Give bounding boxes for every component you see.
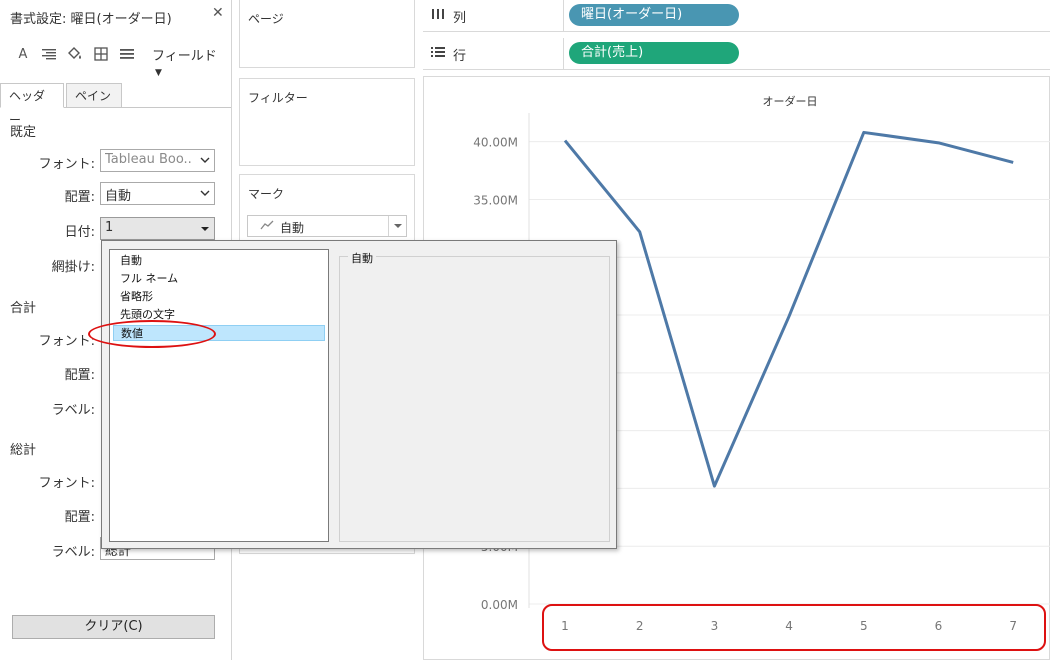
highlight-axis-box <box>542 604 1046 651</box>
default-alignment-label: 配置: <box>64 190 95 205</box>
date-format-preview-label: 自動 <box>348 250 376 266</box>
default-date-select[interactable]: 1 <box>100 217 215 240</box>
line-chart-icon <box>260 220 274 230</box>
format-panel-title: 書式設定: 曜日(オーダー日) <box>10 12 172 27</box>
default-date-label: 日付: <box>64 225 95 240</box>
columns-pill[interactable]: 曜日(オーダー日) <box>569 4 739 26</box>
default-font-value: Tableau Boo.. <box>105 152 192 167</box>
marks-title: マーク <box>248 187 285 201</box>
pages-card: ページ <box>239 0 415 68</box>
format-toolbar: A フィールド ▼ <box>14 44 224 79</box>
rows-icon <box>431 46 445 61</box>
chevron-down-icon <box>200 190 210 196</box>
total-label-label: ラベル: <box>51 403 95 418</box>
marks-dropdown-divider <box>388 216 389 236</box>
shading-icon[interactable] <box>66 44 84 64</box>
y-tick-label: 35.00M <box>473 193 518 207</box>
default-section-title: 既定 <box>10 125 37 140</box>
close-icon[interactable]: ✕ <box>212 5 224 21</box>
grand-total-alignment-label: 配置: <box>64 510 95 525</box>
chart-title: オーダー日 <box>763 94 818 108</box>
grand-total-font-label: フォント: <box>38 476 95 491</box>
default-date-value: 1 <box>105 220 114 235</box>
date-format-option[interactable]: 自動 <box>113 253 325 269</box>
field-menu[interactable]: フィールド ▼ <box>152 45 224 79</box>
total-font-label: フォント: <box>38 334 95 349</box>
caret-down-icon <box>201 227 209 231</box>
total-alignment-label: 配置: <box>64 368 95 383</box>
tab-pane[interactable]: ペイン <box>66 83 122 108</box>
rows-pill[interactable]: 合計(売上) <box>569 42 739 64</box>
date-format-list: 自動 フル ネーム 省略形 先頭の文字 数値 <box>109 249 329 542</box>
tab-header[interactable]: ヘッダー <box>0 83 64 127</box>
date-format-option[interactable]: 省略形 <box>113 289 325 305</box>
default-font-select[interactable]: Tableau Boo.. <box>100 149 215 172</box>
default-shading-label: 網掛け: <box>51 260 95 275</box>
date-format-option[interactable]: フル ネーム <box>113 271 325 287</box>
columns-label: 列 <box>453 11 467 26</box>
filters-card: フィルター <box>239 78 415 166</box>
rows-label: 行 <box>453 49 467 64</box>
default-font-label: フォント: <box>38 157 95 172</box>
lines-icon[interactable] <box>118 44 136 64</box>
date-format-popup: 自動 フル ネーム 省略形 先頭の文字 数値 自動 <box>101 240 617 549</box>
default-alignment-value: 自動 <box>105 189 132 204</box>
grand-total-section-title: 総計 <box>10 443 37 458</box>
y-tick-label: 0.00M <box>481 598 518 612</box>
highlight-ellipse <box>88 320 216 348</box>
alignment-icon[interactable] <box>40 44 58 64</box>
date-format-preview <box>339 256 610 542</box>
total-section-title: 合計 <box>10 301 37 316</box>
marks-type-dropdown[interactable]: 自動 <box>247 215 407 237</box>
columns-divider <box>563 0 564 32</box>
field-menu-label: フィールド <box>152 49 217 64</box>
marks-type-value: 自動 <box>280 221 305 235</box>
grand-total-label-label: ラベル: <box>51 545 95 560</box>
pages-title: ページ <box>248 12 284 26</box>
y-tick-label: 40.00M <box>473 136 518 150</box>
columns-icon <box>431 8 445 23</box>
format-tabs: ヘッダー ペイン <box>0 83 231 127</box>
rows-shelf: 行 合計(売上) <box>423 38 1050 70</box>
filters-title: フィルター <box>248 91 308 105</box>
font-icon[interactable]: A <box>14 44 32 64</box>
caret-down-icon <box>394 224 402 228</box>
series-line <box>563 130 1014 488</box>
caret-down-icon: ▼ <box>155 68 162 78</box>
borders-icon[interactable] <box>92 44 110 64</box>
columns-shelf: 列 曜日(オーダー日) <box>423 0 1050 32</box>
rows-divider <box>563 38 564 70</box>
chevron-down-icon <box>200 157 210 163</box>
clear-button[interactable]: クリア(C) <box>12 615 215 639</box>
default-alignment-select[interactable]: 自動 <box>100 182 215 205</box>
